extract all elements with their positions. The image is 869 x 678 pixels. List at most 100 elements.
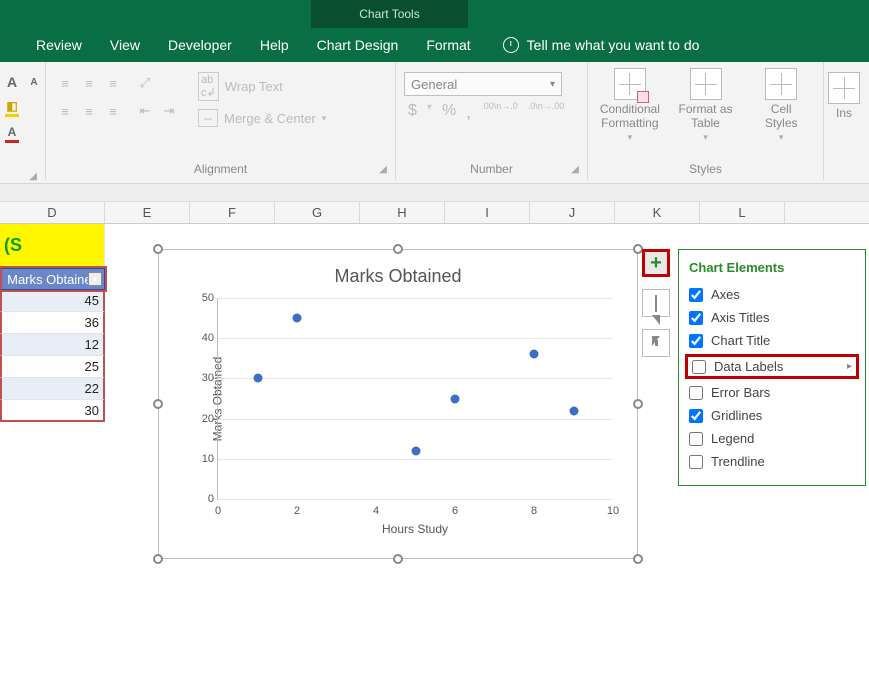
chart-filters-button[interactable] [642, 329, 670, 357]
option-label: Error Bars [711, 385, 770, 400]
font-color-icon[interactable]: A [2, 124, 22, 144]
checkbox[interactable] [689, 311, 703, 325]
col-header[interactable]: H [360, 202, 445, 223]
data-point[interactable] [293, 314, 302, 323]
checkbox[interactable] [689, 432, 703, 446]
data-cell[interactable]: 36 [0, 312, 105, 334]
data-point[interactable] [569, 406, 578, 415]
data-cell[interactable]: 25 [0, 356, 105, 378]
chart-element-option-error-bars[interactable]: Error Bars [689, 381, 855, 404]
chart-element-option-axis-titles[interactable]: Axis Titles [689, 306, 855, 329]
align-bottom-icon[interactable]: ≡ [102, 72, 124, 94]
tab-view[interactable]: View [96, 28, 154, 62]
resize-handle[interactable] [633, 399, 643, 409]
conditional-formatting-button[interactable]: Conditional Formatting ▾ [596, 68, 664, 143]
col-header[interactable]: F [190, 202, 275, 223]
tab-help[interactable]: Help [246, 28, 303, 62]
align-left-icon[interactable]: ≡ [54, 100, 76, 122]
data-cell[interactable]: 45 [0, 290, 105, 312]
tell-me-search[interactable]: Tell me what you want to do [485, 37, 700, 53]
chart-elements-button[interactable]: + [642, 249, 670, 277]
merge-center-label: Merge & Center [224, 111, 316, 126]
dialog-launcher-icon[interactable]: ◢ [379, 164, 387, 175]
wrap-text-button[interactable]: abc↲ Wrap Text [192, 72, 332, 100]
fill-color-icon[interactable]: ◧ [2, 98, 22, 118]
align-middle-icon[interactable]: ≡ [78, 72, 100, 94]
chart-styles-button[interactable] [642, 289, 670, 317]
window-titlebar: Chart Tools [0, 0, 869, 28]
align-right-icon[interactable]: ≡ [102, 100, 124, 122]
align-top-icon[interactable]: ≡ [54, 72, 76, 94]
data-cell[interactable]: 12 [0, 334, 105, 356]
col-header[interactable]: K [615, 202, 700, 223]
data-point[interactable] [253, 374, 262, 383]
data-point[interactable] [451, 394, 460, 403]
chart-element-option-trendline[interactable]: Trendline [689, 450, 855, 473]
percent-format-icon[interactable]: % [442, 102, 456, 123]
checkbox[interactable] [689, 386, 703, 400]
dialog-launcher-icon[interactable]: ◢ [571, 164, 579, 175]
align-center-icon[interactable]: ≡ [78, 100, 100, 122]
increase-font-icon[interactable]: A [2, 72, 22, 92]
col-header[interactable]: I [445, 202, 530, 223]
option-label: Trendline [711, 454, 765, 469]
chart-title[interactable]: Marks Obtained [169, 260, 627, 291]
orientation-icon[interactable]: ⤢ [134, 72, 156, 94]
group-label-cells [832, 176, 856, 178]
chart-element-option-legend[interactable]: Legend [689, 427, 855, 450]
tab-chart-design[interactable]: Chart Design [303, 28, 413, 62]
chart-area[interactable]: Marks Obtained Marks Obtained Hours Stud… [169, 260, 627, 548]
col-header[interactable]: L [700, 202, 785, 223]
filter-dropdown-icon[interactable]: ▾ [88, 272, 102, 286]
worksheet-area[interactable]: D E F G H I J K L (S Marks Obtained ▾ 45… [0, 202, 869, 678]
col-header[interactable]: D [0, 202, 105, 223]
chart-element-option-chart-title[interactable]: Chart Title [689, 329, 855, 352]
checkbox[interactable] [689, 288, 703, 302]
format-as-table-button[interactable]: Format as Table ▾ [672, 68, 740, 143]
chart-element-option-gridlines[interactable]: Gridlines [689, 404, 855, 427]
funnel-icon [652, 325, 660, 361]
col-header[interactable]: G [275, 202, 360, 223]
tab-format[interactable]: Format [412, 28, 484, 62]
data-cell[interactable]: 22 [0, 378, 105, 400]
group-label-alignment: Alignment◢ [54, 162, 387, 178]
decrease-decimal-icon[interactable]: .0\n→.00 [528, 102, 565, 123]
decrease-indent-icon[interactable]: ⇤ [134, 100, 156, 122]
chart-element-option-axes[interactable]: Axes [689, 283, 855, 306]
column-headers: D E F G H I J K L [0, 202, 869, 224]
tab-developer[interactable]: Developer [154, 28, 246, 62]
table-header-marks[interactable]: Marks Obtained ▾ [0, 268, 105, 290]
checkbox[interactable] [689, 334, 703, 348]
resize-handle[interactable] [393, 554, 403, 564]
resize-handle[interactable] [153, 399, 163, 409]
data-cell[interactable]: 30 [0, 400, 105, 422]
increase-decimal-icon[interactable]: .00\n→.0 [481, 102, 518, 123]
plot-area[interactable]: Marks Obtained Hours Study 0102030405002… [217, 298, 613, 500]
increase-indent-icon[interactable]: ⇥ [158, 100, 180, 122]
title-cell[interactable]: (S [0, 224, 105, 268]
number-format-combo[interactable]: General ▾ [404, 72, 562, 96]
comma-format-icon[interactable]: , [466, 102, 471, 123]
col-header[interactable]: J [530, 202, 615, 223]
data-point[interactable] [411, 446, 420, 455]
dialog-launcher-icon[interactable]: ◢ [29, 171, 37, 182]
embedded-chart[interactable]: Marks Obtained Marks Obtained Hours Stud… [158, 249, 638, 559]
resize-handle[interactable] [633, 554, 643, 564]
resize-handle[interactable] [153, 554, 163, 564]
checkbox[interactable] [689, 455, 703, 469]
cell-styles-button[interactable]: Cell Styles ▾ [747, 68, 815, 143]
resize-handle[interactable] [393, 244, 403, 254]
chart-element-option-data-labels[interactable]: Data Labels▸ [685, 354, 859, 379]
accounting-format-icon[interactable]: $ [408, 102, 417, 123]
merge-center-button[interactable]: ⇔ Merge & Center ▾ [192, 104, 332, 132]
data-point[interactable] [530, 350, 539, 359]
col-header[interactable]: E [105, 202, 190, 223]
resize-handle[interactable] [153, 244, 163, 254]
decrease-font-icon[interactable]: A [24, 72, 44, 92]
checkbox[interactable] [689, 409, 703, 423]
checkbox[interactable] [692, 360, 706, 374]
submenu-arrow-icon[interactable]: ▸ [847, 361, 852, 372]
tab-review[interactable]: Review [22, 28, 96, 62]
x-axis-title[interactable]: Hours Study [217, 522, 613, 536]
insert-cells-button[interactable]: Ins [829, 72, 859, 120]
